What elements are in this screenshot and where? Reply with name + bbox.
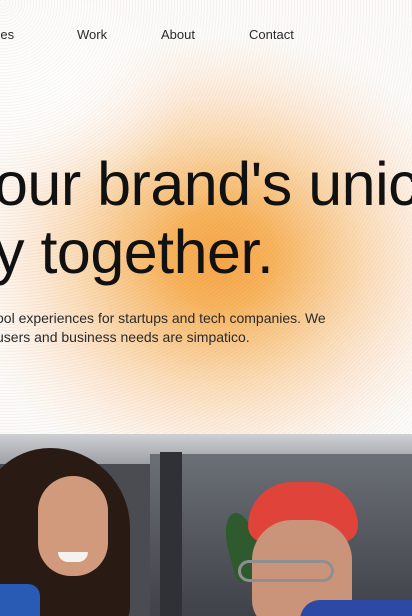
nav-link-services[interactable]: ices: [0, 27, 14, 42]
photo-pillar: [160, 452, 182, 616]
top-nav: ices Work About Contact: [0, 27, 412, 47]
hero-section: ices Work About Contact our brand's unic…: [0, 0, 412, 434]
hero-headline: our brand's unic y together.: [0, 150, 412, 286]
description-line-2: users and business needs are simpatico.: [0, 329, 250, 345]
headline-line-1: our brand's unic: [0, 150, 412, 218]
nav-link-contact[interactable]: Contact: [249, 27, 294, 42]
hero-description: ool experiences for startups and tech co…: [0, 309, 326, 347]
person-1-shirt: [0, 584, 40, 616]
nav-link-about[interactable]: About: [161, 27, 195, 42]
description-line-1: ool experiences for startups and tech co…: [0, 310, 326, 326]
person-2-glasses: [238, 560, 334, 582]
nav-link-work[interactable]: Work: [77, 27, 107, 42]
person-2-shirt: [300, 600, 412, 616]
headline-line-2: y together.: [0, 218, 274, 286]
team-photo: [0, 434, 412, 616]
